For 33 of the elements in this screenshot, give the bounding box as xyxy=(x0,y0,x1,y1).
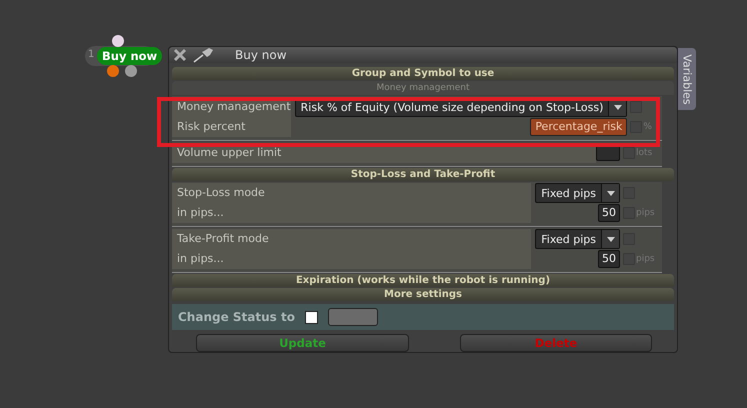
dropdown[interactable]: Fixed pips xyxy=(535,183,620,203)
connector-dot[interactable] xyxy=(125,65,137,77)
field-label: Take-Profit mode xyxy=(172,229,532,249)
dropdown[interactable]: Fixed pips xyxy=(535,229,620,249)
number-field[interactable]: 50 xyxy=(598,204,620,222)
connector-dot[interactable] xyxy=(112,35,124,47)
variable-chip[interactable]: Percentage_risk xyxy=(530,118,628,136)
connector-dot[interactable] xyxy=(107,65,119,77)
close-icon[interactable] xyxy=(173,48,187,62)
checkbox[interactable] xyxy=(630,101,642,113)
pin-icon[interactable] xyxy=(193,47,215,63)
window-title: Buy now xyxy=(235,48,287,62)
section-header[interactable]: Expiration (works while the robot is running) xyxy=(172,274,674,287)
caret-icon[interactable] xyxy=(601,184,619,202)
node-number: 1 xyxy=(88,49,94,60)
field-label: in pips... xyxy=(172,249,532,269)
section-header[interactable]: Group and Symbol to use xyxy=(172,67,674,80)
section-header: Money management xyxy=(172,81,674,95)
unit-label: % xyxy=(643,122,653,132)
field-label: in pips... xyxy=(172,203,532,223)
update-button[interactable]: Update xyxy=(196,334,409,352)
side-tab[interactable]: Variables xyxy=(678,48,696,110)
field-label: Stop-Loss mode xyxy=(172,183,532,203)
caret-icon[interactable] xyxy=(601,230,619,248)
checkbox[interactable] xyxy=(304,310,318,324)
section-header[interactable]: More settings xyxy=(172,288,674,301)
status-field[interactable] xyxy=(328,308,378,326)
checkbox[interactable] xyxy=(623,147,635,159)
section-header[interactable]: Stop-Loss and Take-Profit xyxy=(172,168,674,181)
field-label: Risk percent xyxy=(172,117,291,137)
number-field[interactable]: 50 xyxy=(598,250,620,268)
node-label[interactable]: Buy now xyxy=(97,47,162,65)
status-label: Change Status to xyxy=(178,310,295,324)
